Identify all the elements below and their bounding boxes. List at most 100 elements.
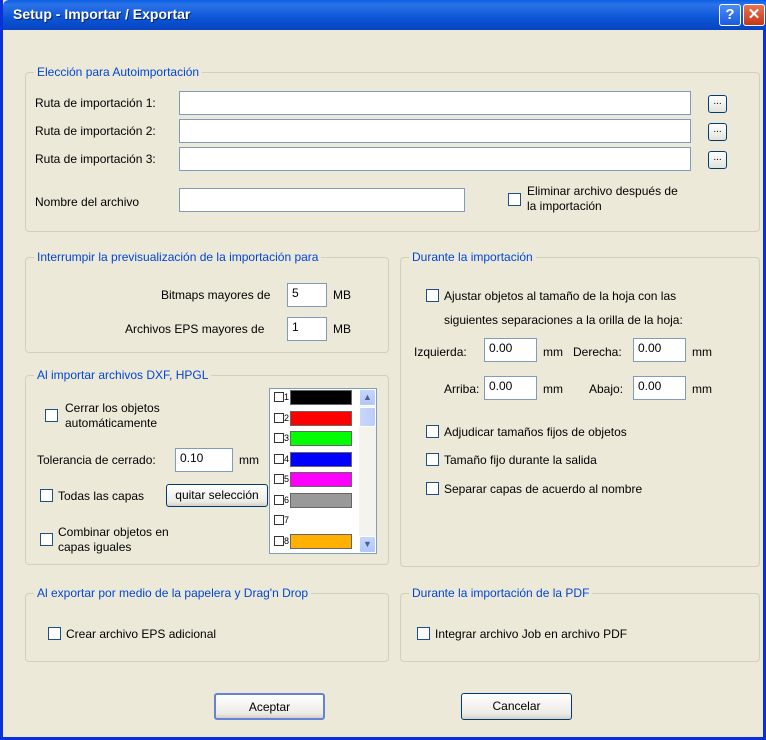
layer-listbox[interactable]: 1 2 3 4 5 6 7 8 ▲ ▼ (269, 388, 377, 554)
delete-after-checkbox[interactable] (508, 193, 521, 206)
layer-checkbox[interactable] (274, 494, 284, 505)
layer-checkbox[interactable] (274, 474, 284, 484)
layer-row[interactable]: 7 (272, 513, 356, 529)
combine-label-1: Combinar objetos en (58, 525, 169, 539)
fit-sheet-checkbox[interactable] (426, 289, 439, 302)
scroll-thumb[interactable] (359, 407, 376, 427)
right-margin-unit: mm (692, 345, 712, 359)
integrate-job-label: Integrar archivo Job en archivo PDF (435, 627, 628, 641)
path3-label: Ruta de importación 3: (35, 152, 156, 166)
path1-input[interactable] (179, 91, 691, 115)
fit-sheet-label-2: siguientes separaciones a la orilla de l… (444, 313, 683, 327)
fixed-output-label: Tamaño fijo durante la salida (444, 453, 597, 467)
title-bar[interactable]: Setup - Importar / Exportar ? ✕ (3, 0, 766, 30)
layer-number: 1 (284, 392, 290, 402)
bitmaps-input[interactable]: 5 (287, 283, 327, 307)
combine-checkbox[interactable] (40, 533, 53, 546)
path1-label: Ruta de importación 1: (35, 96, 156, 110)
layer-checkbox[interactable] (274, 412, 284, 423)
close-objects-checkbox[interactable] (45, 409, 58, 422)
fit-sheet-label-1: Ajustar objetos al tamaño de la hoja con… (444, 289, 677, 303)
filename-input[interactable] (179, 188, 465, 212)
layer-number: 3 (284, 433, 290, 443)
path3-browse-button[interactable]: ... (708, 151, 727, 169)
layer-checkbox[interactable] (274, 392, 284, 402)
left-margin-unit: mm (543, 345, 563, 359)
layer-number: 6 (284, 494, 290, 505)
dxf-legend: Al importar archivos DXF, HPGL (34, 368, 212, 382)
cancel-button[interactable]: Cancelar (461, 693, 572, 720)
scroll-up-icon[interactable]: ▲ (359, 389, 376, 406)
layer-checkbox[interactable] (274, 515, 284, 525)
eps-label: Archivos EPS mayores de (125, 322, 265, 336)
separate-layers-checkbox[interactable] (426, 482, 439, 495)
left-margin-input[interactable]: 0.00 (484, 338, 537, 362)
layer-row[interactable]: 2 (272, 410, 356, 427)
path1-browse-button[interactable]: ... (708, 95, 727, 113)
fixed-output-checkbox[interactable] (426, 453, 439, 466)
layer-color-swatch (290, 533, 352, 549)
bitmaps-label: Bitmaps mayores de (161, 288, 271, 302)
layer-scrollbar[interactable]: ▲ ▼ (359, 389, 376, 553)
layer-number: 4 (284, 453, 290, 464)
setup-dialog: Setup - Importar / Exportar ? ✕ Elección… (0, 0, 766, 740)
combine-label-2: capas iguales (58, 540, 132, 554)
right-margin-label: Derecha: (573, 345, 622, 359)
ok-button[interactable]: Aceptar (214, 693, 325, 720)
during-import-group: Durante la importación (400, 250, 760, 567)
bottom-margin-input[interactable]: 0.00 (633, 376, 686, 400)
all-layers-checkbox[interactable] (40, 489, 53, 502)
fixed-sizes-checkbox[interactable] (426, 425, 439, 438)
tolerance-input[interactable]: 0.10 (175, 448, 233, 472)
layer-color-swatch (290, 431, 352, 446)
layer-checkbox[interactable] (274, 453, 284, 464)
path2-input[interactable] (179, 119, 691, 143)
layer-number: 7 (284, 515, 290, 525)
remove-selection-button[interactable]: quitar selección (166, 484, 268, 507)
window-title: Setup - Importar / Exportar (13, 6, 191, 22)
layer-row[interactable]: 3 (272, 431, 356, 447)
layer-checkbox[interactable] (274, 433, 284, 443)
path2-label: Ruta de importación 2: (35, 124, 156, 138)
layer-checkbox[interactable] (274, 535, 284, 546)
layer-row[interactable]: 5 (272, 472, 356, 488)
layer-row[interactable]: 8 (272, 533, 356, 550)
all-layers-label: Todas las capas (58, 489, 145, 503)
layer-color-swatch (290, 513, 352, 528)
pdf-legend: Durante la importación de la PDF (409, 586, 593, 600)
integrate-job-checkbox[interactable] (417, 627, 430, 640)
filename-label: Nombre del archivo (35, 195, 140, 209)
layer-color-swatch (290, 451, 352, 467)
layer-color-swatch (290, 410, 352, 426)
layer-row[interactable]: 1 (272, 390, 356, 406)
layer-row[interactable]: 4 (272, 451, 356, 468)
help-button[interactable]: ? (719, 4, 741, 26)
close-objects-label-2: automáticamente (65, 416, 158, 430)
top-margin-label: Arriba: (444, 382, 480, 396)
tolerance-label: Tolerancia de cerrado: (37, 453, 156, 467)
autoimport-legend: Elección para Autoimportación (34, 65, 203, 79)
layer-number: 8 (284, 535, 290, 546)
path2-browse-button[interactable]: ... (708, 123, 727, 141)
scroll-down-icon[interactable]: ▼ (359, 536, 376, 553)
during-import-legend: Durante la importación (409, 250, 536, 264)
separate-layers-label: Separar capas de acuerdo al nombre (444, 482, 643, 496)
layer-number: 5 (284, 474, 290, 484)
tolerance-unit: mm (239, 453, 259, 467)
top-margin-input[interactable]: 0.00 (484, 376, 537, 400)
layer-color-swatch (290, 472, 352, 487)
eps-unit: MB (333, 322, 351, 336)
eps-input[interactable]: 1 (287, 317, 327, 341)
path3-input[interactable] (179, 147, 691, 171)
eps-export-checkbox[interactable] (48, 627, 61, 640)
layer-row[interactable]: 6 (272, 492, 356, 509)
delete-after-label-1: Eliminar archivo después de (527, 184, 678, 198)
fixed-sizes-label: Adjudicar tamaños fijos de objetos (444, 425, 627, 439)
preview-group: Interrumpir la previsualización de la im… (25, 250, 389, 353)
delete-after-label-2: la importación (527, 199, 602, 213)
close-objects-label-1: Cerrar los objetos (65, 401, 160, 415)
layer-color-swatch (290, 492, 352, 508)
left-margin-label: Izquierda: (414, 345, 467, 359)
right-margin-input[interactable]: 0.00 (633, 338, 686, 362)
close-button[interactable]: ✕ (743, 4, 765, 26)
